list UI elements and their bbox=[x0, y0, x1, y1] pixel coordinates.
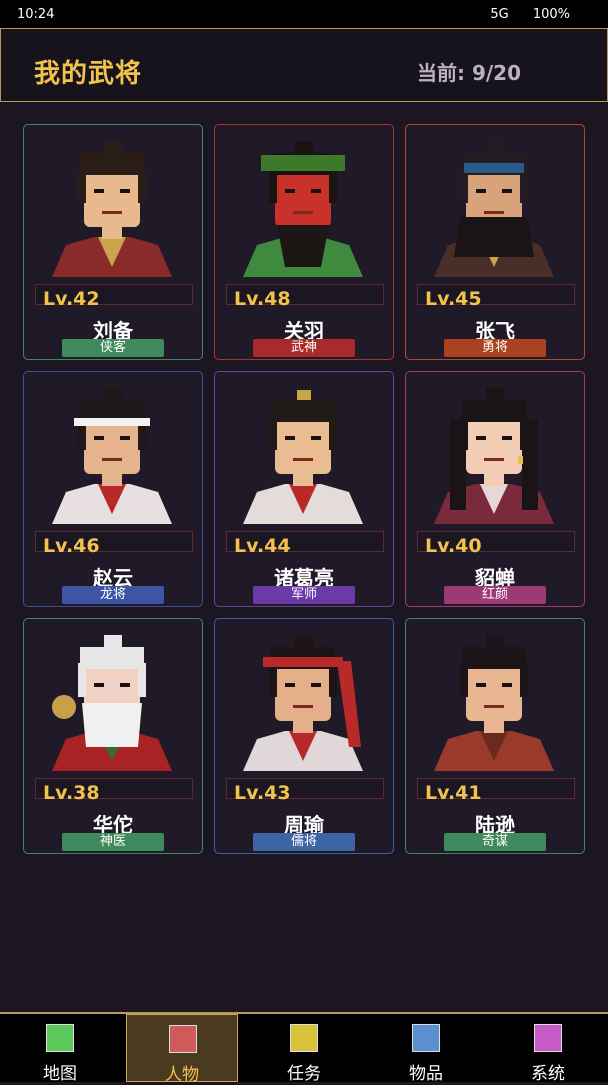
general-class-badge: 武神 bbox=[253, 339, 355, 357]
nav-label: 任务 bbox=[287, 1064, 321, 1084]
general-level: Lv.46 bbox=[43, 535, 100, 557]
general-card[interactable]: Lv.40 貂蝉 红颜 bbox=[405, 371, 585, 607]
general-level: Lv.38 bbox=[43, 782, 100, 804]
page-header: 我的武将 当前: 9/20 bbox=[0, 28, 608, 102]
general-card[interactable]: Lv.41 陆逊 奇谋 bbox=[405, 618, 585, 854]
nav-system[interactable]: 系统 bbox=[492, 1014, 604, 1084]
status-bar: 10:24 5G 100% bbox=[0, 0, 608, 28]
general-card[interactable]: Lv.44 诸葛亮 军师 bbox=[214, 371, 394, 607]
general-level: Lv.44 bbox=[234, 535, 291, 557]
nav-map[interactable]: 地图 bbox=[4, 1014, 116, 1084]
general-level: Lv.48 bbox=[234, 288, 291, 310]
status-right: 5G 100% bbox=[470, 7, 570, 22]
general-class-badge: 军师 bbox=[253, 586, 355, 604]
page-title: 我的武将 bbox=[34, 59, 143, 89]
general-card[interactable]: Lv.42 刘备 侠客 bbox=[23, 124, 203, 360]
general-class-badge: 儒将 bbox=[253, 833, 355, 851]
general-class-badge: 龙将 bbox=[62, 586, 164, 604]
general-card[interactable]: Lv.45 张飞 勇将 bbox=[405, 124, 585, 360]
zhang-fei-portrait-icon bbox=[424, 133, 564, 277]
bottom-nav: 地图 人物 任务 物品 系统 bbox=[0, 1012, 608, 1085]
general-card[interactable]: Lv.38 华佗 神医 bbox=[23, 618, 203, 854]
general-class-badge: 勇将 bbox=[444, 339, 546, 357]
network-indicator: 5G bbox=[490, 7, 509, 22]
nav-quests[interactable]: 任务 bbox=[248, 1014, 360, 1084]
zhao-yun-portrait-icon bbox=[42, 380, 182, 524]
general-class-badge: 侠客 bbox=[62, 339, 164, 357]
characters-icon bbox=[169, 1025, 197, 1053]
general-level: Lv.42 bbox=[43, 288, 100, 310]
liu-bei-portrait-icon bbox=[42, 133, 182, 277]
zhou-yu-portrait-icon bbox=[233, 627, 373, 771]
hua-tuo-portrait-icon bbox=[42, 627, 182, 771]
items-icon bbox=[412, 1024, 440, 1052]
general-card[interactable]: Lv.48 关羽 武神 bbox=[214, 124, 394, 360]
nav-label: 物品 bbox=[409, 1064, 443, 1084]
general-card[interactable]: Lv.46 赵云 龙将 bbox=[23, 371, 203, 607]
zhuge-liang-portrait-icon bbox=[233, 380, 373, 524]
quests-icon bbox=[290, 1024, 318, 1052]
general-count: 当前: 9/20 bbox=[416, 61, 521, 85]
map-icon bbox=[46, 1024, 74, 1052]
general-class-badge: 神医 bbox=[62, 833, 164, 851]
guan-yu-portrait-icon bbox=[233, 133, 373, 277]
general-class-badge: 红颜 bbox=[444, 586, 546, 604]
general-level: Lv.41 bbox=[425, 782, 482, 804]
diao-chan-portrait-icon bbox=[424, 380, 564, 524]
nav-label: 人物 bbox=[165, 1065, 199, 1085]
status-time: 10:24 bbox=[17, 7, 55, 22]
general-level: Lv.40 bbox=[425, 535, 482, 557]
nav-characters[interactable]: 人物 bbox=[126, 1014, 238, 1085]
general-level: Lv.43 bbox=[234, 782, 291, 804]
general-class-badge: 奇谋 bbox=[444, 833, 546, 851]
lu-xun-portrait-icon bbox=[424, 627, 564, 771]
system-icon bbox=[534, 1024, 562, 1052]
nav-label: 系统 bbox=[531, 1064, 565, 1084]
general-card[interactable]: Lv.43 周瑜 儒将 bbox=[214, 618, 394, 854]
general-level: Lv.45 bbox=[425, 288, 482, 310]
battery-indicator: 100% bbox=[532, 7, 570, 22]
nav-items[interactable]: 物品 bbox=[370, 1014, 482, 1084]
nav-label: 地图 bbox=[43, 1064, 77, 1084]
